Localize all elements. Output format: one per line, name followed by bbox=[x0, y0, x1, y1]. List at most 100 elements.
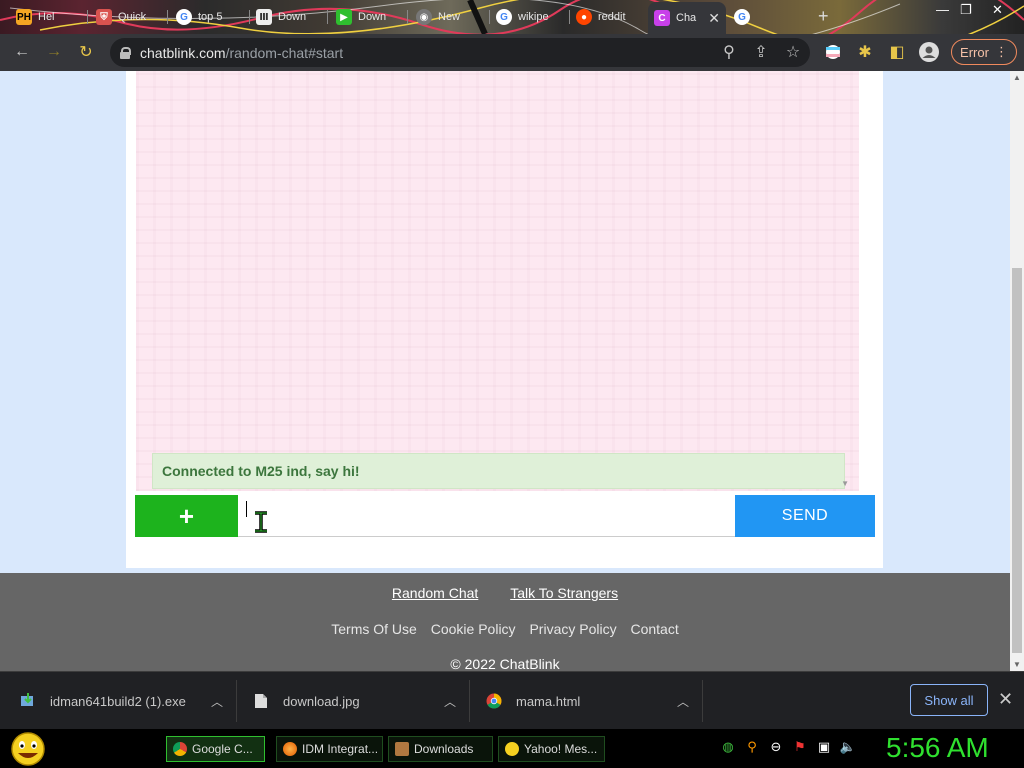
taskbar-item-label: IDM Integrat... bbox=[302, 742, 379, 756]
tab-9[interactable]: G bbox=[728, 4, 808, 30]
columns-favicon-icon: Ⅲ bbox=[256, 9, 272, 25]
chat-input-row: + SEND bbox=[135, 495, 875, 537]
bookmark-star-icon[interactable]: ☆ bbox=[783, 42, 803, 62]
message-input[interactable] bbox=[238, 495, 735, 537]
tab-label: wikipe bbox=[518, 11, 549, 23]
download-item[interactable]: mama.html ︿ bbox=[486, 672, 701, 730]
chrome-favicon-icon: ◉ bbox=[416, 9, 432, 25]
minus-circle-icon[interactable]: ⊖ bbox=[768, 739, 784, 755]
lock-icon bbox=[120, 46, 131, 59]
taskbar-item-label: Google C... bbox=[192, 742, 253, 756]
tab-1[interactable]: ⛨ Quick bbox=[90, 4, 168, 30]
google-favicon-icon: G bbox=[496, 9, 512, 25]
download-item[interactable]: download.jpg ︿ bbox=[253, 672, 468, 730]
privacy-policy-link[interactable]: Privacy Policy bbox=[529, 621, 616, 637]
taskbar-item-yahoo[interactable]: Yahoo! Mes... bbox=[498, 736, 605, 762]
tab-3[interactable]: Ⅲ Down bbox=[250, 4, 328, 30]
page-scrollbar[interactable]: ▲ ▼ bbox=[1010, 71, 1024, 671]
tab-label: Down bbox=[278, 11, 307, 23]
chrome-icon bbox=[173, 742, 187, 756]
chevron-up-icon[interactable]: ︿ bbox=[444, 693, 456, 710]
tab-label: reddit bbox=[598, 11, 626, 23]
minimize-icon[interactable]: — bbox=[936, 2, 949, 17]
tab-0[interactable]: PH Hel bbox=[10, 4, 88, 30]
chevron-up-icon[interactable]: ︿ bbox=[677, 693, 689, 710]
tab-4[interactable]: ▶ Down bbox=[330, 4, 408, 30]
chevron-up-icon[interactable]: ︿ bbox=[211, 693, 223, 710]
network-icon[interactable]: ▣ bbox=[816, 739, 832, 755]
tab-label: top 5 bbox=[198, 11, 223, 23]
firefox-icon bbox=[283, 742, 297, 756]
tab-7[interactable]: ● reddit bbox=[570, 4, 648, 30]
random-chat-link[interactable]: Random Chat bbox=[392, 585, 478, 601]
tab-label: Hel bbox=[38, 11, 55, 23]
footer-primary-links: Random Chat Talk To Strangers bbox=[0, 585, 1010, 601]
tab-strip: PH Hel ⛨ Quick G top 5 Ⅲ Down ▶ Down ◉ N… bbox=[0, 0, 1024, 34]
chat-scroll-down-icon[interactable]: ▼ bbox=[841, 479, 849, 488]
download-bar: idman641build2 (1).exe ︿ download.jpg ︿ … bbox=[0, 671, 1024, 729]
error-menu-button[interactable]: Error ⋮ bbox=[951, 39, 1017, 65]
close-download-bar-icon[interactable]: ✕ bbox=[998, 689, 1013, 710]
talk-to-strangers-link[interactable]: Talk To Strangers bbox=[510, 585, 618, 601]
send-button[interactable]: SEND bbox=[735, 495, 875, 537]
flag-favicon-icon: ▶ bbox=[336, 9, 352, 25]
scrollbar-thumb[interactable] bbox=[1012, 268, 1022, 653]
kebab-menu-icon: ⋮ bbox=[994, 44, 1008, 59]
download-filename: download.jpg bbox=[283, 693, 360, 709]
download-filename: mama.html bbox=[516, 693, 581, 709]
window-close-icon[interactable]: ✕ bbox=[992, 2, 1003, 18]
add-attachment-button[interactable]: + bbox=[135, 495, 238, 537]
tab-2[interactable]: G top 5 bbox=[170, 4, 250, 30]
show-all-downloads-button[interactable]: Show all bbox=[910, 684, 988, 716]
error-label: Error bbox=[960, 44, 989, 60]
folder-icon bbox=[395, 742, 409, 756]
back-arrow-icon[interactable]: ← bbox=[12, 42, 32, 62]
side-panel-icon[interactable]: ◧ bbox=[887, 42, 907, 62]
scroll-up-icon[interactable]: ▲ bbox=[1013, 73, 1021, 82]
cookie-policy-link[interactable]: Cookie Policy bbox=[431, 621, 516, 637]
taskbar-item-downloads[interactable]: Downloads bbox=[388, 736, 493, 762]
chat-card: Connected to M25 ind, say hi! ▼ + SEND bbox=[126, 71, 883, 568]
forward-arrow-icon[interactable]: → bbox=[44, 42, 64, 62]
action-center-flag-icon[interactable]: ⚑ bbox=[792, 739, 808, 755]
tab-6[interactable]: G wikipe bbox=[490, 4, 570, 30]
address-bar[interactable]: chatblink.com/random-chat#start bbox=[110, 38, 810, 67]
search-magnifier-icon[interactable]: ⚲ bbox=[744, 739, 760, 755]
yahoo-smiley-icon bbox=[505, 742, 519, 756]
chat-log[interactable]: Connected to M25 ind, say hi! ▼ bbox=[136, 71, 859, 491]
tab-label: New bbox=[438, 11, 461, 23]
network-globe-icon[interactable]: ◍ bbox=[720, 739, 736, 755]
download-item[interactable]: idman641build2 (1).exe ︿ bbox=[20, 672, 235, 730]
google-favicon-icon: G bbox=[734, 9, 750, 25]
taskbar-clock[interactable]: 5:56 AM bbox=[886, 732, 989, 764]
site-footer: Random Chat Talk To Strangers Terms Of U… bbox=[0, 573, 1010, 671]
tab-8-active[interactable]: C Cha ✕ bbox=[648, 2, 726, 34]
scroll-down-icon[interactable]: ▼ bbox=[1013, 660, 1021, 669]
taskbar-item-chrome[interactable]: Google C... bbox=[166, 736, 265, 762]
taskbar-item-label: Yahoo! Mes... bbox=[524, 742, 598, 756]
text-caret bbox=[246, 501, 247, 517]
smiley-start-orb-icon[interactable] bbox=[8, 731, 48, 767]
contact-link[interactable]: Contact bbox=[630, 621, 678, 637]
windows-taskbar: Google C... IDM Integrat... Downloads Ya… bbox=[0, 729, 1024, 768]
ph-favicon-icon: PH bbox=[16, 9, 32, 25]
zoom-icon[interactable]: ⚲ bbox=[719, 42, 739, 62]
volume-speaker-icon[interactable]: 🔈 bbox=[840, 739, 856, 755]
profile-avatar-icon[interactable] bbox=[919, 42, 939, 62]
reload-icon[interactable]: ↻ bbox=[76, 42, 96, 62]
taskbar-item-idm[interactable]: IDM Integrat... bbox=[276, 736, 383, 762]
footer-secondary-links: Terms Of Use Cookie Policy Privacy Polic… bbox=[0, 621, 1010, 637]
page-content: Connected to M25 ind, say hi! ▼ + SEND R… bbox=[0, 71, 1010, 671]
restore-icon[interactable]: ❐ bbox=[960, 2, 972, 18]
share-icon[interactable]: ⇪ bbox=[751, 42, 771, 62]
copyright-text: © 2022 ChatBlink bbox=[450, 656, 560, 671]
extensions-puzzle-icon[interactable]: ✱ bbox=[855, 42, 875, 62]
flag-extension-icon[interactable] bbox=[823, 42, 843, 62]
terms-link[interactable]: Terms Of Use bbox=[331, 621, 417, 637]
tab-5[interactable]: ◉ New bbox=[410, 4, 490, 30]
ibeam-cursor-icon bbox=[255, 511, 267, 533]
url-path: /random-chat#start bbox=[225, 44, 344, 61]
image-file-icon bbox=[255, 694, 267, 708]
close-tab-icon[interactable]: ✕ bbox=[708, 10, 720, 27]
new-tab-icon[interactable]: + bbox=[818, 6, 829, 27]
